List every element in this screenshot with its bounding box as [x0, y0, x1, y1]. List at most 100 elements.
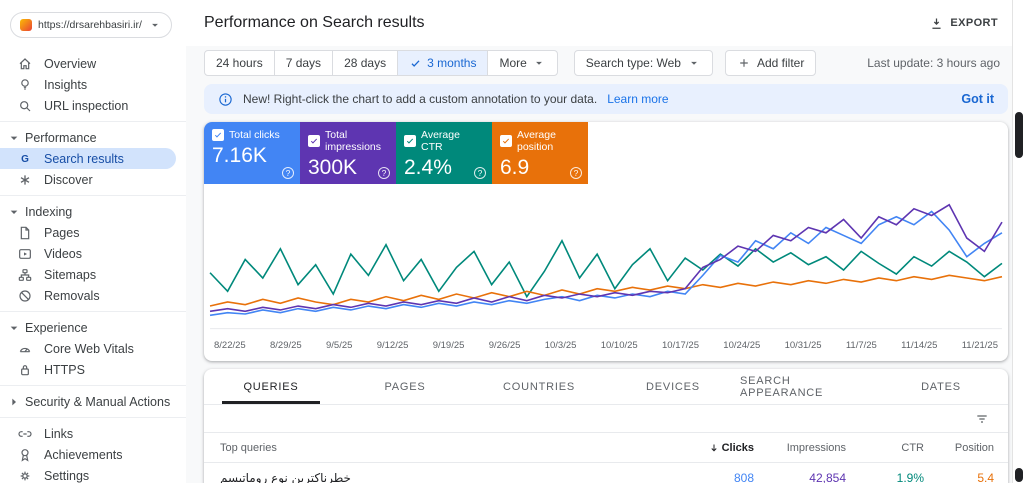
column-label: CTR — [901, 441, 924, 454]
x-axis-label: 9/26/25 — [488, 340, 521, 351]
sidebar-item-url-inspection[interactable]: URL inspection — [0, 95, 176, 116]
sidebar-item-pages[interactable]: Pages — [0, 222, 176, 243]
x-axis-label: 10/31/25 — [784, 340, 822, 351]
property-url: https://drsarehbasiri.ir/ — [38, 19, 142, 31]
sidebar-item-sitemaps[interactable]: Sitemaps — [0, 264, 176, 285]
sidebar-section-experience[interactable]: Experience — [0, 317, 186, 338]
metric-card-average-ctr[interactable]: Average CTR 2.4%? — [396, 122, 492, 184]
search-type-chip[interactable]: Search type: Web — [573, 50, 713, 76]
column-header-ctr[interactable]: CTR — [846, 442, 924, 454]
sidebar-section-performance[interactable]: Performance — [0, 127, 186, 148]
help-icon[interactable]: ? — [474, 167, 486, 179]
last-update-text: Last update: 3 hours ago — [867, 56, 1000, 70]
x-axis-label: 10/24/25 — [723, 340, 761, 351]
tab-pages[interactable]: PAGES — [338, 369, 472, 404]
date-range-chip-28-days[interactable]: 28 days — [332, 50, 399, 76]
sidebar-item-discover[interactable]: Discover — [0, 169, 176, 190]
help-icon[interactable]: ? — [378, 167, 390, 179]
metric-card-total-impressions[interactable]: Total impressions 300K? — [300, 122, 396, 184]
chip-label: More — [499, 56, 527, 70]
sidebar-group: Security & Manual Actions — [0, 386, 186, 418]
scrollbar[interactable] — [1012, 0, 1024, 483]
file-icon — [17, 225, 33, 241]
metric-value: 2.4% — [404, 156, 452, 179]
sidebar-item-label: Pages — [44, 225, 80, 240]
scrollbar-thumb[interactable] — [1015, 112, 1023, 158]
scrollbar-thumb-bottom[interactable] — [1015, 468, 1023, 482]
ban-icon — [17, 288, 33, 304]
sidebar-item-label: Sitemaps — [44, 267, 97, 282]
checkbox-checked-icon[interactable] — [308, 135, 320, 147]
sidebar-item-videos[interactable]: Videos — [0, 243, 176, 264]
chart-series-position — [210, 275, 1002, 306]
sidebar-item-links[interactable]: Links — [0, 423, 176, 444]
impressions-cell: 42,854 — [809, 471, 846, 483]
column-header-position[interactable]: Position — [924, 442, 994, 454]
sidebar-item-search-results[interactable]: G Search results — [0, 148, 176, 169]
more-date-ranges-chip[interactable]: More — [487, 50, 558, 76]
clicks-cell: 808 — [733, 471, 754, 483]
export-button[interactable]: EXPORT — [929, 16, 998, 31]
chip-label: 3 months — [427, 56, 477, 70]
metric-card-average-position[interactable]: Average position 6.9? — [492, 122, 588, 184]
performance-chart[interactable] — [204, 188, 1008, 338]
tab-queries[interactable]: QUERIES — [204, 369, 338, 404]
chart-series-clicks — [210, 211, 1002, 315]
metric-card-total-clicks[interactable]: Total clicks 7.16K? — [204, 122, 300, 184]
site-favicon — [20, 19, 32, 31]
sidebar-item-core-web-vitals[interactable]: Core Web Vitals — [0, 338, 176, 359]
tab-countries[interactable]: COUNTRIES — [472, 369, 606, 404]
sidebar-item-achievements[interactable]: Achievements — [0, 444, 176, 465]
sidebar-group: Overview Insights URL inspection — [0, 48, 186, 122]
checkbox-checked-icon[interactable] — [404, 135, 416, 147]
search-type-label: Search type: Web — [585, 56, 681, 70]
column-header-clicks[interactable]: Clicks — [664, 442, 754, 454]
sidebar-item-label: Removals — [44, 288, 100, 303]
sort-descending-icon — [708, 442, 720, 454]
date-range-chip-7-days[interactable]: 7 days — [273, 50, 334, 76]
gear-icon — [17, 468, 33, 483]
help-icon[interactable]: ? — [282, 167, 294, 179]
tab-devices[interactable]: DEVICES — [606, 369, 740, 404]
checkbox-checked-icon[interactable] — [500, 135, 512, 147]
metric-label: Average position — [517, 129, 556, 153]
column-header-impressions[interactable]: Impressions — [754, 442, 846, 454]
help-icon[interactable]: ? — [570, 167, 582, 179]
sidebar-section-indexing[interactable]: Indexing — [0, 201, 186, 222]
table-row[interactable]: خطرناکترین نوع روماتیسم 808 42,854 1.9% 5.4 — [204, 463, 1008, 483]
award-icon — [17, 447, 33, 463]
sidebar-item-settings[interactable]: Settings — [0, 465, 176, 483]
sidebar-item-label: Videos — [44, 246, 82, 261]
learn-more-link[interactable]: Learn more — [607, 92, 668, 106]
x-axis-labels: 8/22/25 8/29/25 9/5/25 9/12/25 9/19/25 9/26/2… — [204, 338, 1008, 361]
date-range-chip-24-hours[interactable]: 24 hours — [204, 50, 275, 76]
tab-dates[interactable]: DATES — [874, 369, 1008, 404]
filter-bar: 24 hours 7 days 28 days 3 months More Search… — [186, 46, 1024, 80]
metric-value: 300K — [308, 156, 358, 179]
sidebar-item-insights[interactable]: Insights — [0, 74, 176, 95]
dimensions-table-card: QUERIES PAGES COUNTRIES DEVICES SEARCH APPEA… — [204, 369, 1008, 483]
got-it-button[interactable]: Got it — [961, 92, 994, 106]
sidebar-group: Performance G Search results Discover — [0, 122, 186, 196]
sidebar-item-overview[interactable]: Overview — [0, 53, 176, 74]
sidebar-item-https[interactable]: HTTPS — [0, 359, 176, 380]
checkbox-checked-icon[interactable] — [212, 129, 224, 141]
position-cell: 5.4 — [977, 471, 994, 483]
x-axis-label: 8/22/25 — [214, 340, 246, 351]
metric-label: Average CTR — [421, 129, 460, 153]
x-axis-label: 11/14/25 — [901, 340, 938, 351]
main-header: Performance on Search results EXPORT — [186, 0, 1024, 46]
sidebar-item-removals[interactable]: Removals — [0, 285, 176, 306]
chevron-down-icon — [687, 56, 701, 70]
sidebar-item-label: Insights — [44, 77, 88, 92]
add-filter-button[interactable]: Add filter — [724, 50, 817, 76]
tab-search-appearance[interactable]: SEARCH APPEARANCE — [740, 369, 874, 404]
chevron-down-icon — [6, 204, 22, 220]
sidebar-section-security-manual-actions[interactable]: Security & Manual Actions — [0, 391, 186, 412]
gauge-icon — [17, 341, 33, 357]
filter-rows-icon[interactable] — [974, 411, 990, 427]
query-cell[interactable]: خطرناکترین نوع روماتیسم — [220, 471, 664, 483]
date-range-chip-3-months[interactable]: 3 months — [397, 50, 489, 76]
property-selector[interactable]: https://drsarehbasiri.ir/ — [10, 12, 172, 38]
date-range-chips: 24 hours 7 days 28 days 3 months More — [204, 50, 558, 76]
